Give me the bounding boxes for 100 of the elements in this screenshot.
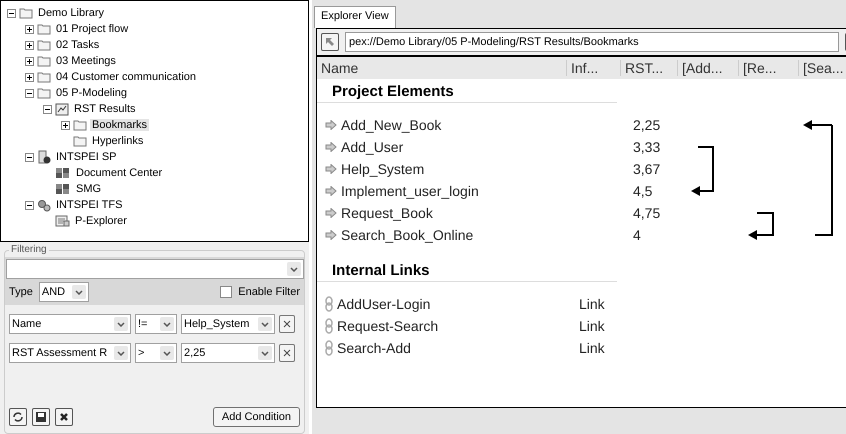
caret-icon	[117, 350, 125, 356]
plus-icon	[62, 122, 69, 128]
tree-item[interactable]: 01 Project flow	[54, 23, 130, 35]
x-icon	[59, 412, 69, 422]
field-dropdown[interactable]: Name	[9, 314, 131, 334]
expand-toggle[interactable]	[61, 120, 70, 130]
remove-condition-button[interactable]	[279, 315, 295, 333]
item-name[interactable]: Add_New_Book	[341, 117, 442, 133]
cubes-icon	[55, 183, 71, 195]
remove-condition-button[interactable]	[279, 344, 295, 362]
item-name[interactable]: Implement_user_login	[341, 183, 479, 199]
enable-filter-label: Enable Filter	[238, 286, 300, 298]
dropdown-button[interactable]	[114, 346, 128, 360]
dropdown-button[interactable]	[72, 285, 86, 299]
tree-item[interactable]: Document Center	[74, 167, 164, 179]
expand-toggle[interactable]	[25, 72, 34, 82]
folder-icon	[19, 7, 33, 19]
dropdown-button[interactable]	[258, 317, 272, 331]
operator-dropdown[interactable]: !=	[135, 314, 177, 334]
value-dropdown[interactable]: 2,25	[181, 343, 275, 363]
group-title: Filtering	[9, 244, 49, 255]
collapse-toggle[interactable]	[7, 8, 16, 18]
tree-item[interactable]: 03 Meetings	[54, 55, 118, 67]
cubes-icon	[55, 167, 71, 179]
refresh-button[interactable]	[9, 408, 27, 426]
plus-icon	[26, 74, 33, 80]
folder-icon	[37, 87, 51, 99]
column-header[interactable]: Inf...	[567, 60, 621, 76]
item-name[interactable]: AddUser-Login	[337, 296, 430, 312]
item-name[interactable]: Search_Book_Online	[341, 227, 474, 243]
rst-value: 2,25	[633, 117, 660, 133]
item-name[interactable]: Request_Book	[341, 205, 433, 221]
tree-item[interactable]: Demo Library	[36, 7, 106, 19]
field-dropdown[interactable]: RST Assessment R	[9, 343, 131, 363]
caret-icon	[261, 322, 269, 326]
tree-item[interactable]: Hyperlinks	[90, 135, 146, 147]
dropdown-button[interactable]	[114, 317, 128, 331]
item-name[interactable]: Search-Add	[337, 340, 411, 356]
rst-value: 4	[633, 227, 641, 243]
type-dropdown[interactable]: AND	[38, 282, 89, 302]
column-header[interactable]: Name	[317, 60, 567, 76]
column-header[interactable]: [Re...	[739, 60, 799, 76]
dropdown-button[interactable]	[287, 262, 301, 276]
expand-toggle[interactable]	[25, 24, 34, 34]
document-chart-icon	[55, 102, 69, 116]
tree-item[interactable]: P-Explorer	[73, 215, 129, 227]
tree-item[interactable]: RST Results	[72, 103, 138, 115]
folder-icon	[37, 71, 51, 83]
add-condition-button[interactable]: Add Condition	[212, 407, 300, 427]
tree-item[interactable]: 04 Customer communication	[54, 71, 198, 83]
right-arrow-icon	[325, 208, 337, 218]
operator-dropdown[interactable]: >	[135, 343, 177, 363]
tree-item[interactable]: INTSPEI TFS	[54, 199, 124, 211]
dropdown-button[interactable]	[160, 346, 174, 360]
gears-icon	[37, 198, 51, 212]
close-icon	[283, 320, 291, 328]
caret-icon	[163, 350, 171, 356]
item-name[interactable]: Add_User	[341, 139, 404, 155]
address-field[interactable]: pex://Demo Library/05 P-Modeling/RST Results/Bookmarks	[345, 32, 839, 52]
dropdown-button[interactable]	[258, 346, 272, 360]
rst-value: 4,75	[633, 205, 660, 221]
chain-link-icon	[325, 318, 333, 334]
delete-button[interactable]	[55, 408, 73, 426]
tree-item[interactable]: Bookmarks	[90, 119, 150, 131]
column-header[interactable]: RST...	[621, 60, 678, 76]
collapse-toggle[interactable]	[43, 104, 52, 114]
explorer-view-tab[interactable]: Explorer View	[314, 6, 396, 28]
value-dropdown[interactable]: Help_System	[181, 314, 275, 334]
tree-item[interactable]: 05 P-Modeling	[54, 87, 129, 99]
caret-icon	[261, 350, 269, 356]
collapse-toggle[interactable]	[25, 200, 34, 210]
up-arrow-button[interactable]	[321, 33, 339, 51]
tree-item[interactable]: INTSPEI SP	[54, 151, 119, 163]
chain-link-icon	[325, 340, 333, 356]
section-title: Internal Links	[317, 258, 617, 282]
expand-toggle[interactable]	[25, 40, 34, 50]
rst-value: 3,33	[633, 139, 660, 155]
caret-icon	[163, 322, 171, 326]
save-button[interactable]	[32, 408, 50, 426]
enable-filter-checkbox[interactable]	[220, 286, 232, 298]
bracket-arrow	[691, 146, 714, 196]
item-name[interactable]: Help_System	[341, 161, 424, 177]
expand-toggle[interactable]	[25, 56, 34, 66]
caret-icon	[117, 322, 125, 326]
folder-icon	[37, 55, 51, 67]
column-header[interactable]: [Add...	[678, 60, 739, 76]
collapse-toggle[interactable]	[25, 152, 34, 162]
tree-item[interactable]: 02 Tasks	[54, 39, 102, 51]
close-icon	[283, 349, 291, 357]
dropdown-button[interactable]	[160, 317, 174, 331]
window-list-icon	[55, 215, 70, 227]
caret-icon	[290, 266, 298, 272]
column-header[interactable]: [Sea...	[799, 60, 846, 76]
collapse-toggle[interactable]	[25, 88, 34, 98]
item-name[interactable]: Request-Search	[337, 318, 438, 334]
info-cell: Link	[579, 340, 605, 356]
arrow-icon	[324, 36, 336, 48]
tree-item[interactable]: SMG	[74, 183, 104, 195]
folder-icon	[73, 135, 87, 147]
server-globe-icon	[37, 150, 51, 164]
